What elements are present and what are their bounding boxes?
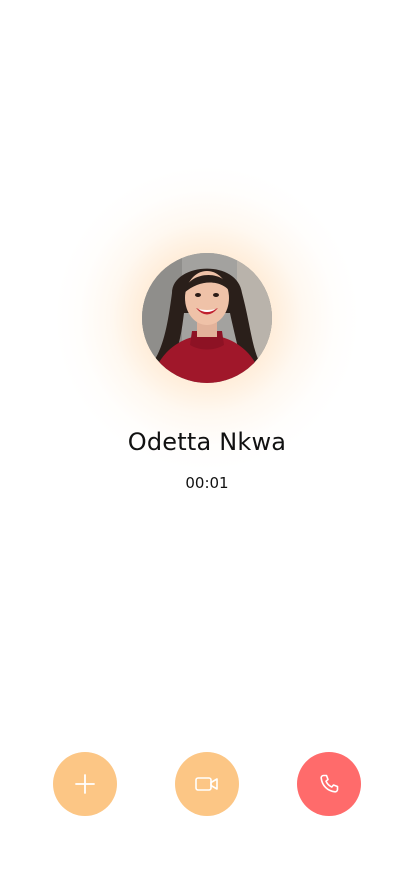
add-call-button[interactable]: [53, 752, 117, 816]
video-call-button[interactable]: [175, 752, 239, 816]
video-camera-icon: [194, 774, 220, 794]
phone-icon: [317, 772, 341, 796]
caller-name: Odetta Nkwa: [127, 428, 287, 456]
plus-icon: [74, 773, 96, 795]
call-duration: 00:01: [185, 474, 229, 492]
call-screen: Odetta Nkwa 00:01: [0, 0, 414, 896]
caller-avatar: [142, 253, 272, 383]
caller-photo: [142, 253, 272, 383]
end-call-button[interactable]: [297, 752, 361, 816]
